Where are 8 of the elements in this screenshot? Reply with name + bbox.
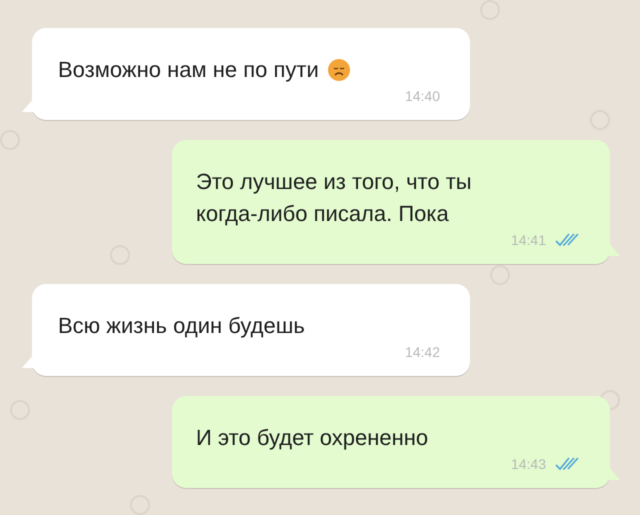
message-text: Это лучшее из того, что ты когда-либо писала. Пока <box>196 168 472 228</box>
message-text: Возможно нам не по пути <box>58 56 319 84</box>
message-time: 14:40 <box>404 88 440 104</box>
message-time: 14:42 <box>404 344 440 360</box>
message-text: Всю жизнь один будешь <box>58 312 305 340</box>
message-time: 14:41 <box>510 232 546 248</box>
message-time: 14:43 <box>510 456 546 472</box>
message-text: И это будет охрененно <box>196 424 428 452</box>
